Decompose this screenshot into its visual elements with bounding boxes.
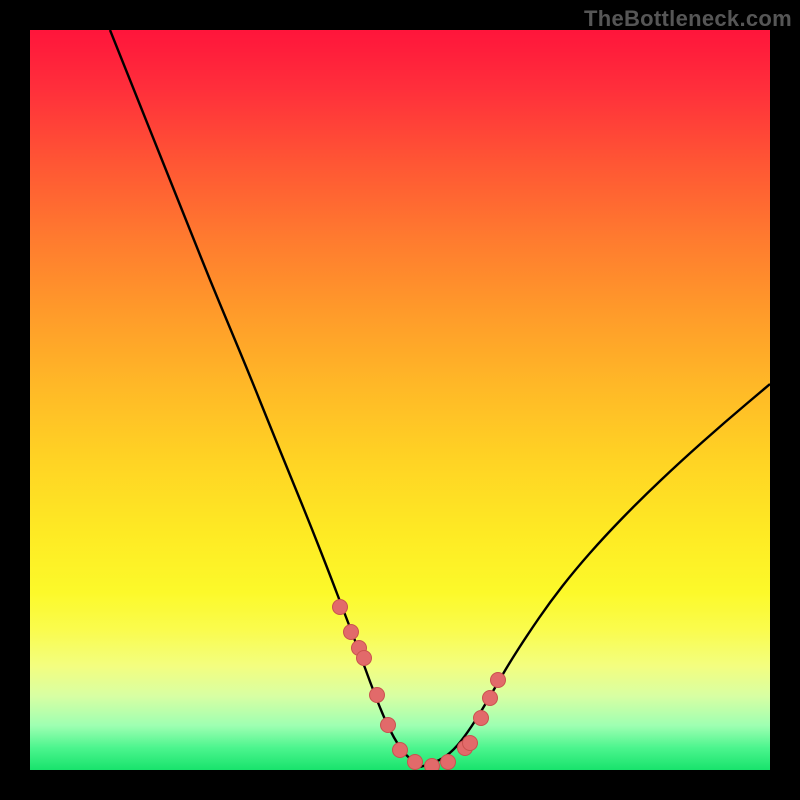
data-marker <box>441 755 456 770</box>
data-marker <box>463 736 478 751</box>
data-markers <box>333 600 506 771</box>
data-marker <box>357 651 372 666</box>
bottleneck-curve-right <box>420 384 770 767</box>
figure-frame: TheBottleneck.com <box>0 0 800 800</box>
data-marker <box>491 673 506 688</box>
plot-area <box>30 30 770 770</box>
bottleneck-curve-left <box>110 30 420 767</box>
chart-overlay <box>30 30 770 770</box>
data-marker <box>408 755 423 770</box>
data-marker <box>393 743 408 758</box>
data-marker <box>370 688 385 703</box>
data-marker <box>344 625 359 640</box>
data-marker <box>381 718 396 733</box>
data-marker <box>333 600 348 615</box>
watermark-text: TheBottleneck.com <box>584 6 792 32</box>
data-marker <box>483 691 498 706</box>
data-marker <box>425 759 440 771</box>
data-marker <box>474 711 489 726</box>
